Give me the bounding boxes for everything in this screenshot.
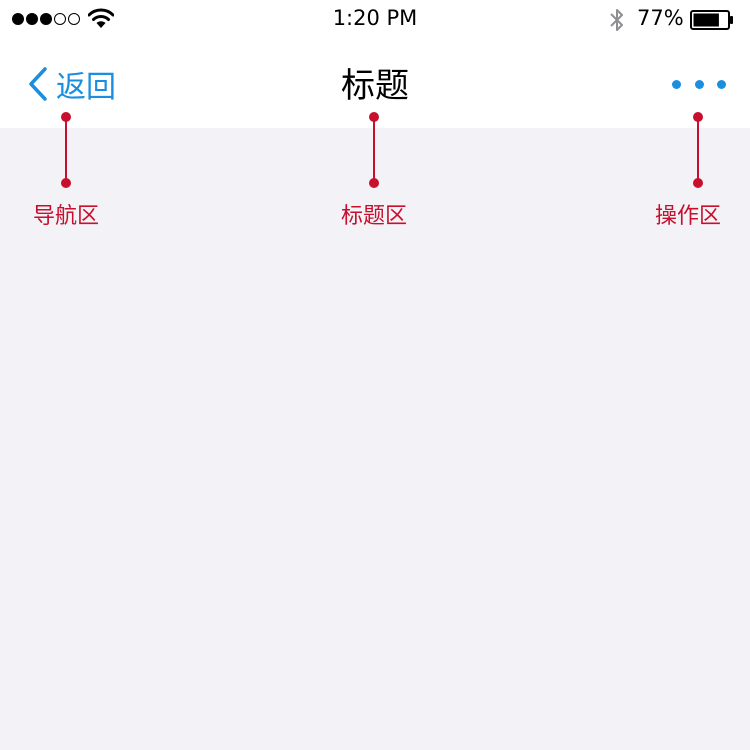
back-label: 返回 (56, 70, 116, 105)
back-button[interactable]: 返回 (26, 62, 116, 106)
annotation-dot (693, 178, 703, 188)
annotation-line (65, 117, 67, 183)
chevron-left-icon (29, 67, 47, 101)
ellipsis-icon (672, 79, 681, 89)
more-button[interactable] (672, 74, 726, 94)
phone-screen: 1:20 PM 77% 返回 标题 导航区 标题区 操作区 (0, 0, 750, 750)
annotation-label-navigation: 导航区 (32, 204, 99, 229)
annotation-line (697, 117, 699, 183)
ellipsis-icon (694, 79, 704, 89)
content-area (0, 232, 750, 750)
annotation-dot (61, 178, 71, 188)
annotation-dot (369, 178, 379, 188)
annotation-line (373, 117, 375, 183)
battery-percentage: 77% (637, 6, 684, 30)
annotation-label-title: 标题区 (340, 204, 407, 229)
battery-icon (690, 10, 733, 30)
ellipsis-icon (717, 79, 726, 89)
annotation-label-actions: 操作区 (654, 204, 721, 229)
bluetooth-icon (610, 9, 623, 31)
status-bar: 1:20 PM 77% (0, 0, 750, 40)
